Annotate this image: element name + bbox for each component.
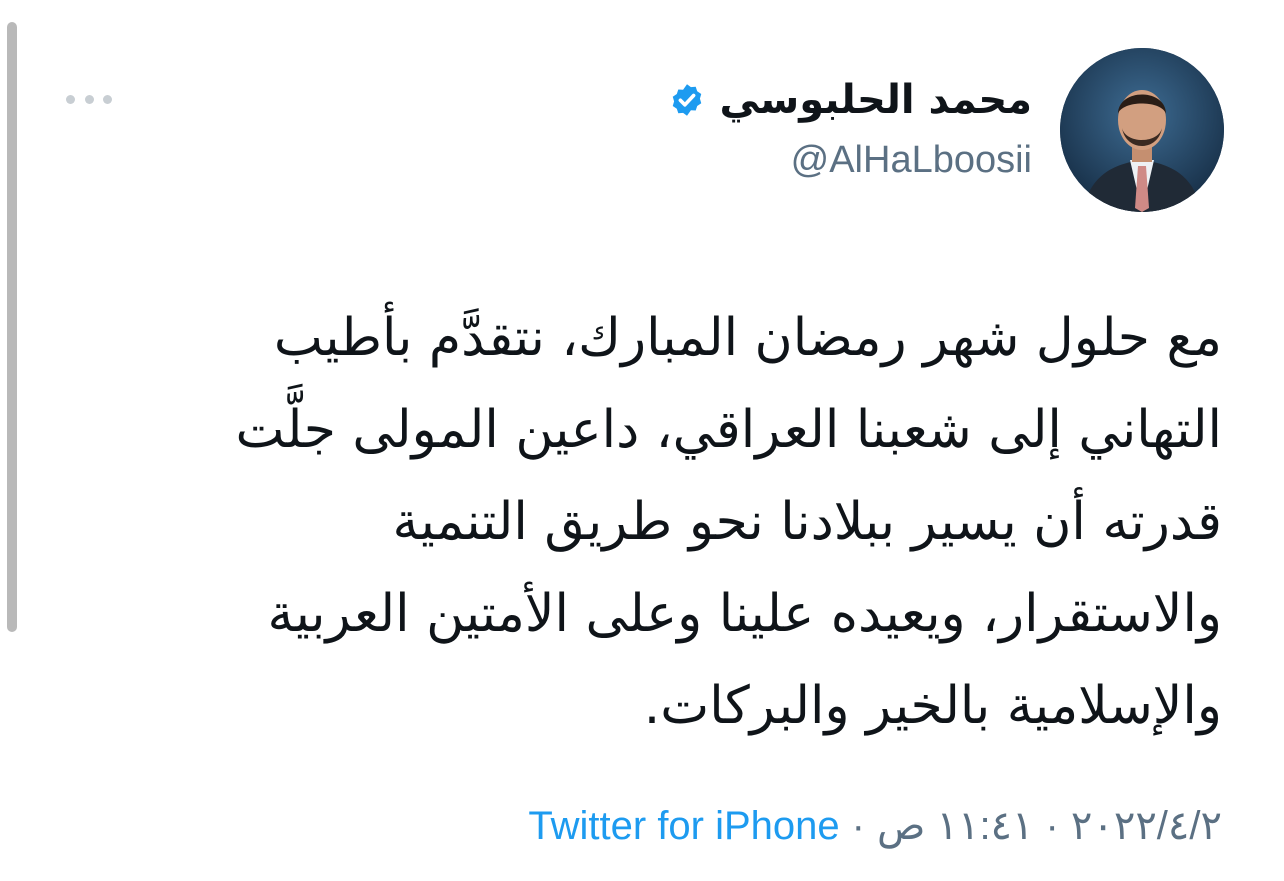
avatar[interactable] — [1060, 48, 1224, 212]
author-row: محمد الحلبوسي — [669, 74, 1032, 126]
meta-separator: · — [1045, 803, 1059, 848]
more-dot — [84, 94, 94, 104]
more-dot — [66, 94, 75, 104]
more-dot — [103, 94, 112, 104]
tweet-text: مع حلول شهر رمضان المبارك، نتقدَّم بأطيب… — [235, 308, 1222, 736]
tweet-source-link[interactable]: Twitter for iPhone — [528, 804, 839, 849]
author-handle[interactable]: @AlHaLboosii — [791, 134, 1032, 186]
scrollbar[interactable] — [7, 22, 17, 632]
more-options-icon[interactable] — [66, 88, 112, 110]
verified-badge-icon — [673, 84, 702, 116]
author-name[interactable]: محمد الحلبوسي — [719, 74, 1032, 126]
meta-separator: · — [851, 803, 865, 848]
tweet-date[interactable]: ٢٠٢٢/٤/٢ — [1071, 803, 1222, 849]
avatar-image — [1060, 48, 1224, 212]
tweet-meta: Twitter for iPhone · ١١:٤١ ص · ٢٠٢٢/٤/٢ — [528, 800, 1222, 852]
tweet-time[interactable]: ١١:٤١ ص — [877, 803, 1034, 849]
